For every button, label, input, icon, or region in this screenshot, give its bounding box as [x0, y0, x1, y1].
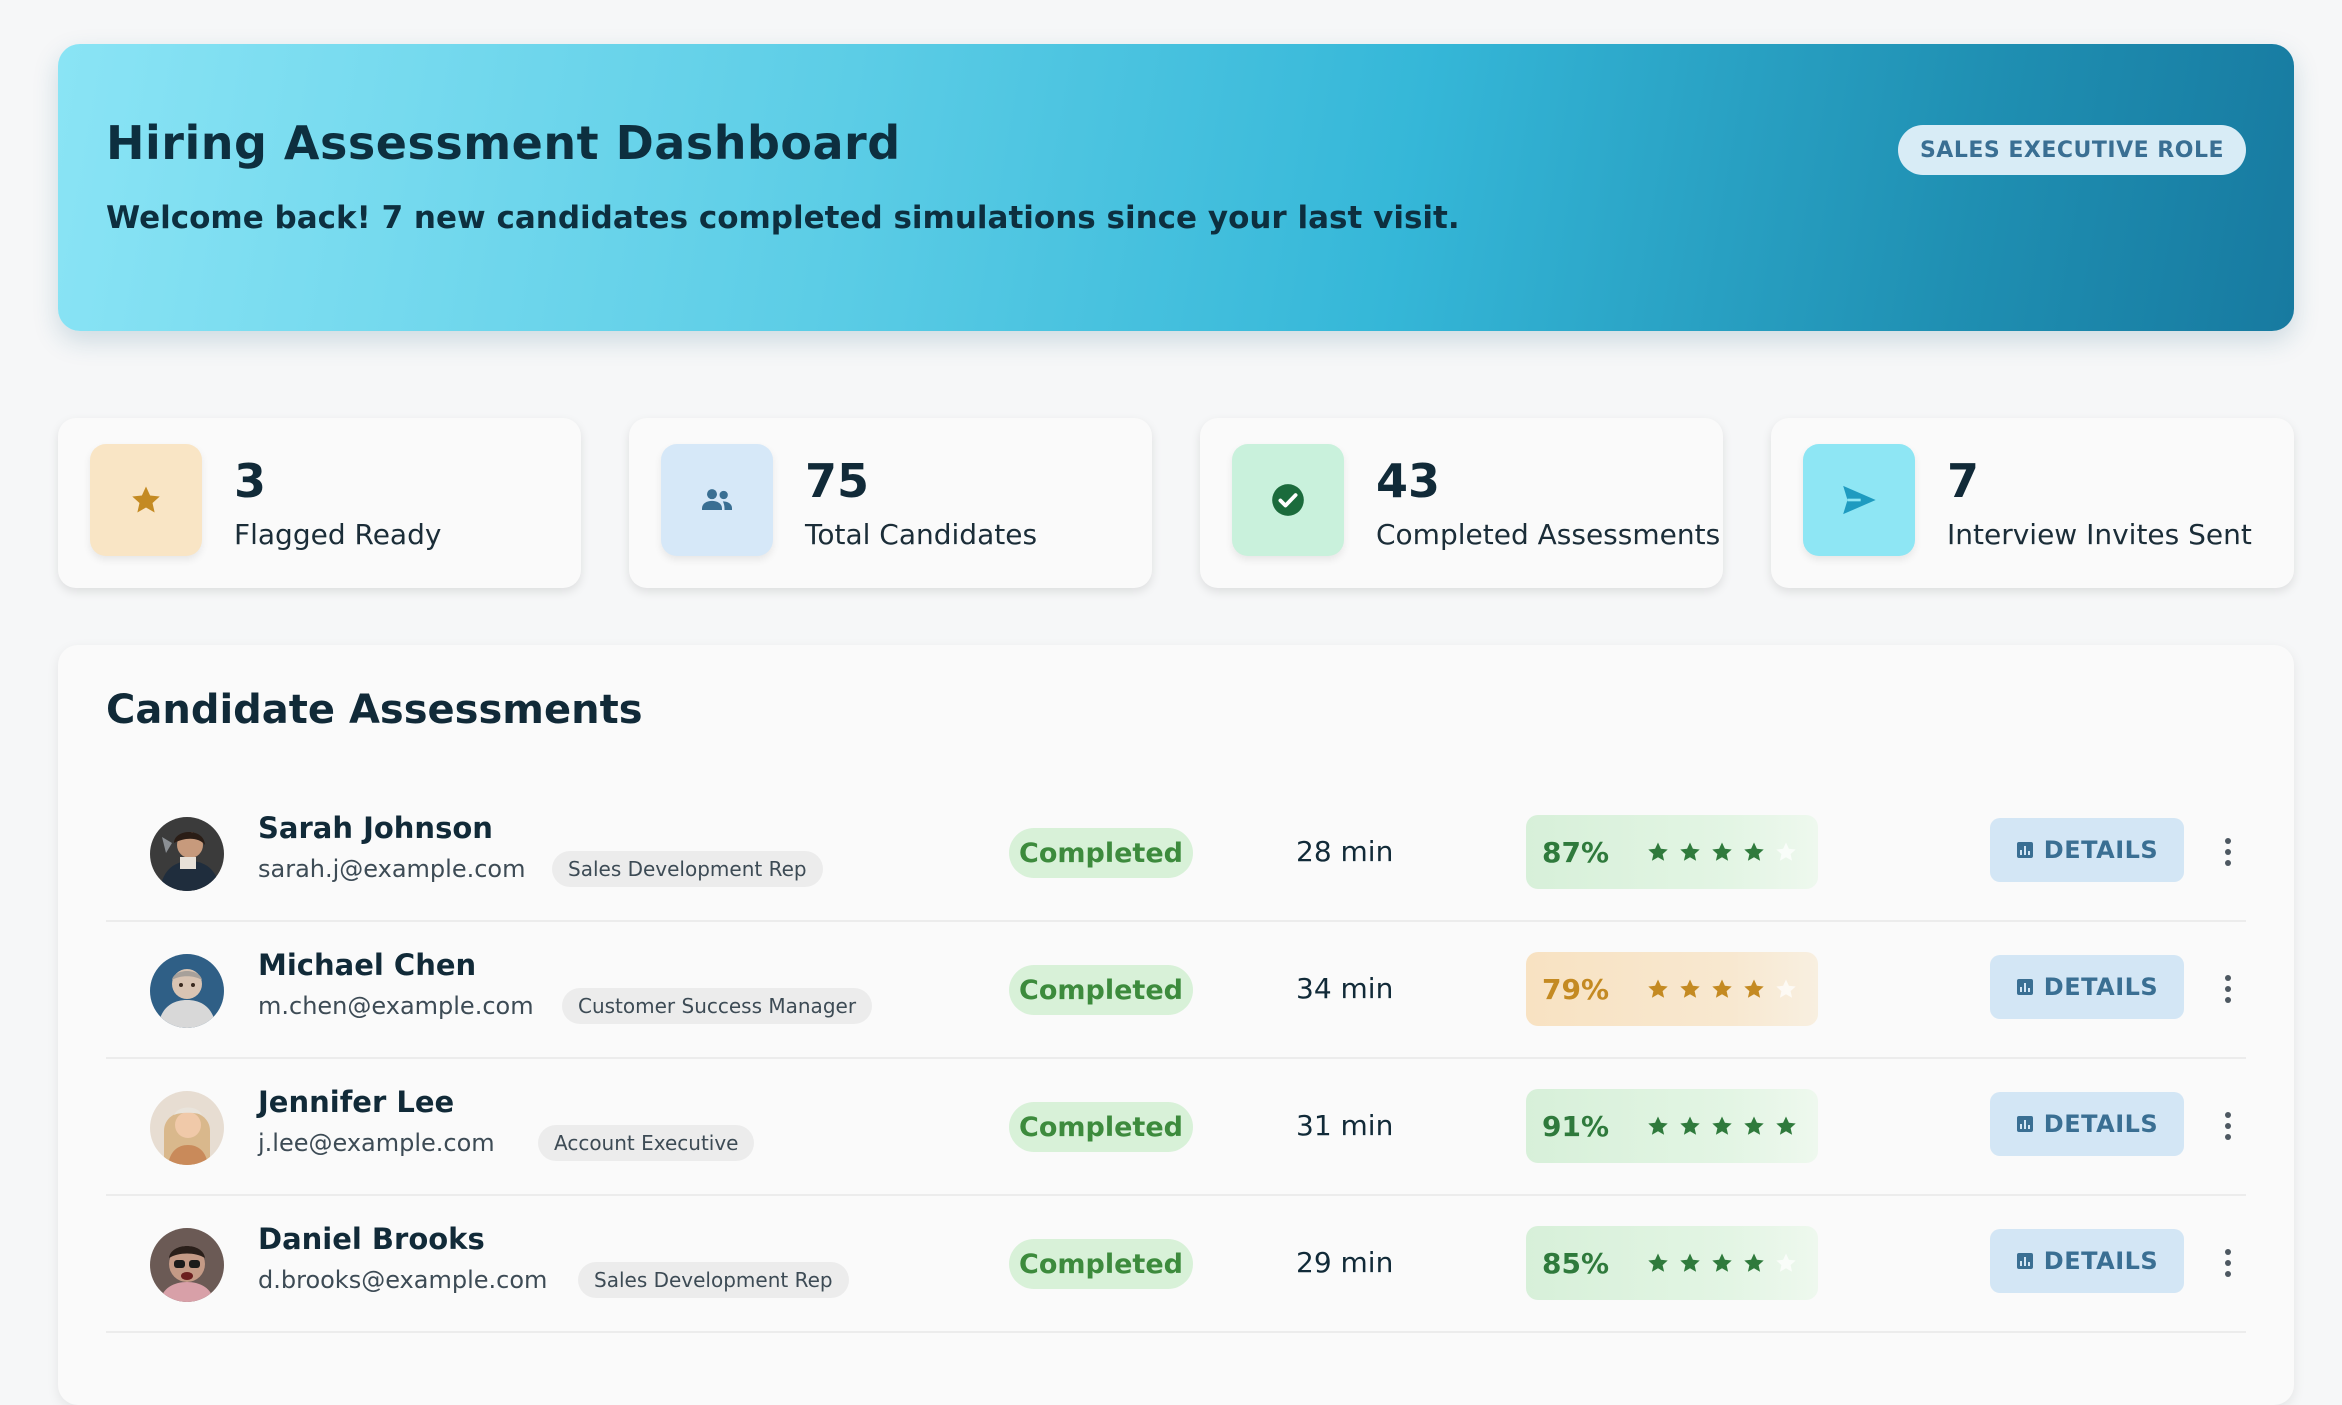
candidate-assessments-panel: Candidate Assessments Sarah Johnson sara…: [58, 645, 2294, 1405]
score-percent: 91%: [1542, 1109, 1610, 1143]
avatar[interactable]: [150, 817, 224, 891]
star-filled-icon: [1712, 842, 1732, 861]
details-label: DETAILS: [2043, 973, 2159, 1001]
candidate-email: m.chen@example.com: [258, 992, 534, 1020]
page-title: Hiring Assessment Dashboard: [106, 116, 901, 170]
send-icon: [1803, 444, 1915, 556]
star-empty-icon: [1776, 979, 1796, 998]
score-percent: 87%: [1542, 835, 1610, 869]
star-filled-icon: [1744, 842, 1764, 861]
table-row[interactable]: Daniel Brooks d.brooks@example.com Sales…: [106, 1196, 2246, 1333]
table-row[interactable]: Sarah Johnson sarah.j@example.com Sales …: [106, 785, 2246, 922]
chart-icon: [2016, 1253, 2033, 1269]
stat-card-interview-invites[interactable]: 7 Interview Invites Sent: [1771, 418, 2294, 588]
welcome-message: Welcome back! 7 new candidates completed…: [106, 200, 1460, 236]
star-filled-icon: [1744, 1116, 1764, 1135]
candidate-email: j.lee@example.com: [258, 1129, 495, 1157]
star-filled-icon: [1776, 1116, 1796, 1135]
star-filled-icon: [1680, 1116, 1700, 1135]
duration: 34 min: [1296, 972, 1394, 1005]
role-tag: Sales Development Rep: [578, 1262, 849, 1298]
status-badge: Completed: [1009, 828, 1193, 878]
star-filled-icon: [1712, 979, 1732, 998]
status-badge: Completed: [1009, 1239, 1193, 1289]
candidate-name: Sarah Johnson: [258, 811, 493, 845]
stat-label: Total Candidates: [805, 518, 1038, 551]
people-icon: [661, 444, 773, 556]
status-badge: Completed: [1009, 965, 1193, 1015]
details-button[interactable]: DETAILS: [1990, 1092, 2184, 1156]
star-filled-icon: [1648, 1253, 1668, 1272]
stat-label: Interview Invites Sent: [1947, 518, 2252, 551]
star-filled-icon: [1648, 979, 1668, 998]
status-badge: Completed: [1009, 1102, 1193, 1152]
role-tag: Customer Success Manager: [562, 988, 873, 1024]
star-filled-icon: [1680, 1253, 1700, 1272]
avatar[interactable]: [150, 954, 224, 1028]
table-row[interactable]: Jennifer Lee j.lee@example.com Account E…: [106, 1059, 2246, 1196]
stat-card-total-candidates[interactable]: 75 Total Candidates: [629, 418, 1152, 588]
star-empty-icon: [1776, 1253, 1796, 1272]
stat-label: Flagged Ready: [234, 518, 442, 551]
avatar[interactable]: [150, 1091, 224, 1165]
details-label: DETAILS: [2043, 836, 2159, 864]
avatar[interactable]: [150, 1228, 224, 1302]
more-options-icon[interactable]: [2216, 827, 2240, 877]
stat-card-flagged-ready[interactable]: 3 Flagged Ready: [58, 418, 581, 588]
details-button[interactable]: DETAILS: [1990, 955, 2184, 1019]
more-options-icon[interactable]: [2216, 1238, 2240, 1288]
stat-value: 75: [805, 454, 870, 508]
candidate-name: Daniel Brooks: [258, 1222, 485, 1256]
star-filled-icon: [1744, 979, 1764, 998]
star-filled-icon: [1744, 1253, 1764, 1272]
role-badge[interactable]: SALES EXECUTIVE ROLE: [1897, 125, 2246, 175]
details-label: DETAILS: [2043, 1110, 2159, 1138]
candidate-email: d.brooks@example.com: [258, 1266, 548, 1294]
stats-row: 3 Flagged Ready 75 Total Candidates 43 C…: [58, 418, 2294, 588]
duration: 29 min: [1296, 1246, 1394, 1279]
role-tag: Account Executive: [538, 1125, 755, 1161]
star-icon: [90, 444, 202, 556]
duration: 28 min: [1296, 835, 1394, 868]
star-filled-icon: [1680, 842, 1700, 861]
chart-icon: [2016, 842, 2033, 858]
score-box: 79%: [1526, 952, 1818, 1026]
star-rating: [1646, 1114, 1798, 1138]
candidate-email: sarah.j@example.com: [258, 855, 526, 883]
stat-value: 43: [1376, 454, 1441, 508]
hero-banner: Hiring Assessment Dashboard Welcome back…: [58, 44, 2294, 331]
star-filled-icon: [1680, 979, 1700, 998]
candidate-name: Jennifer Lee: [258, 1085, 455, 1119]
role-tag: Sales Development Rep: [552, 851, 823, 887]
star-filled-icon: [1648, 1116, 1668, 1135]
details-button[interactable]: DETAILS: [1990, 1229, 2184, 1293]
duration: 31 min: [1296, 1109, 1394, 1142]
stat-value: 3: [234, 454, 267, 508]
star-filled-icon: [1712, 1253, 1732, 1272]
stat-label: Completed Assessments: [1376, 518, 1721, 551]
check-circle-icon: [1232, 444, 1344, 556]
chart-icon: [2016, 1116, 2033, 1132]
score-percent: 79%: [1542, 972, 1610, 1006]
table-row[interactable]: Michael Chen m.chen@example.com Customer…: [106, 922, 2246, 1059]
more-options-icon[interactable]: [2216, 964, 2240, 1014]
score-box: 85%: [1526, 1226, 1818, 1300]
more-options-icon[interactable]: [2216, 1101, 2240, 1151]
candidate-name: Michael Chen: [258, 948, 477, 982]
stat-value: 7: [1947, 454, 1980, 508]
details-button[interactable]: DETAILS: [1990, 818, 2184, 882]
star-rating: [1646, 840, 1798, 864]
score-box: 91%: [1526, 1089, 1818, 1163]
section-title: Candidate Assessments: [106, 687, 643, 733]
chart-icon: [2016, 979, 2033, 995]
star-empty-icon: [1776, 842, 1796, 861]
star-filled-icon: [1712, 1116, 1732, 1135]
details-label: DETAILS: [2043, 1247, 2159, 1275]
star-filled-icon: [1648, 842, 1668, 861]
star-rating: [1646, 977, 1798, 1001]
star-rating: [1646, 1251, 1798, 1275]
stat-card-completed-assessments[interactable]: 43 Completed Assessments: [1200, 418, 1723, 588]
score-box: 87%: [1526, 815, 1818, 889]
score-percent: 85%: [1542, 1246, 1610, 1280]
